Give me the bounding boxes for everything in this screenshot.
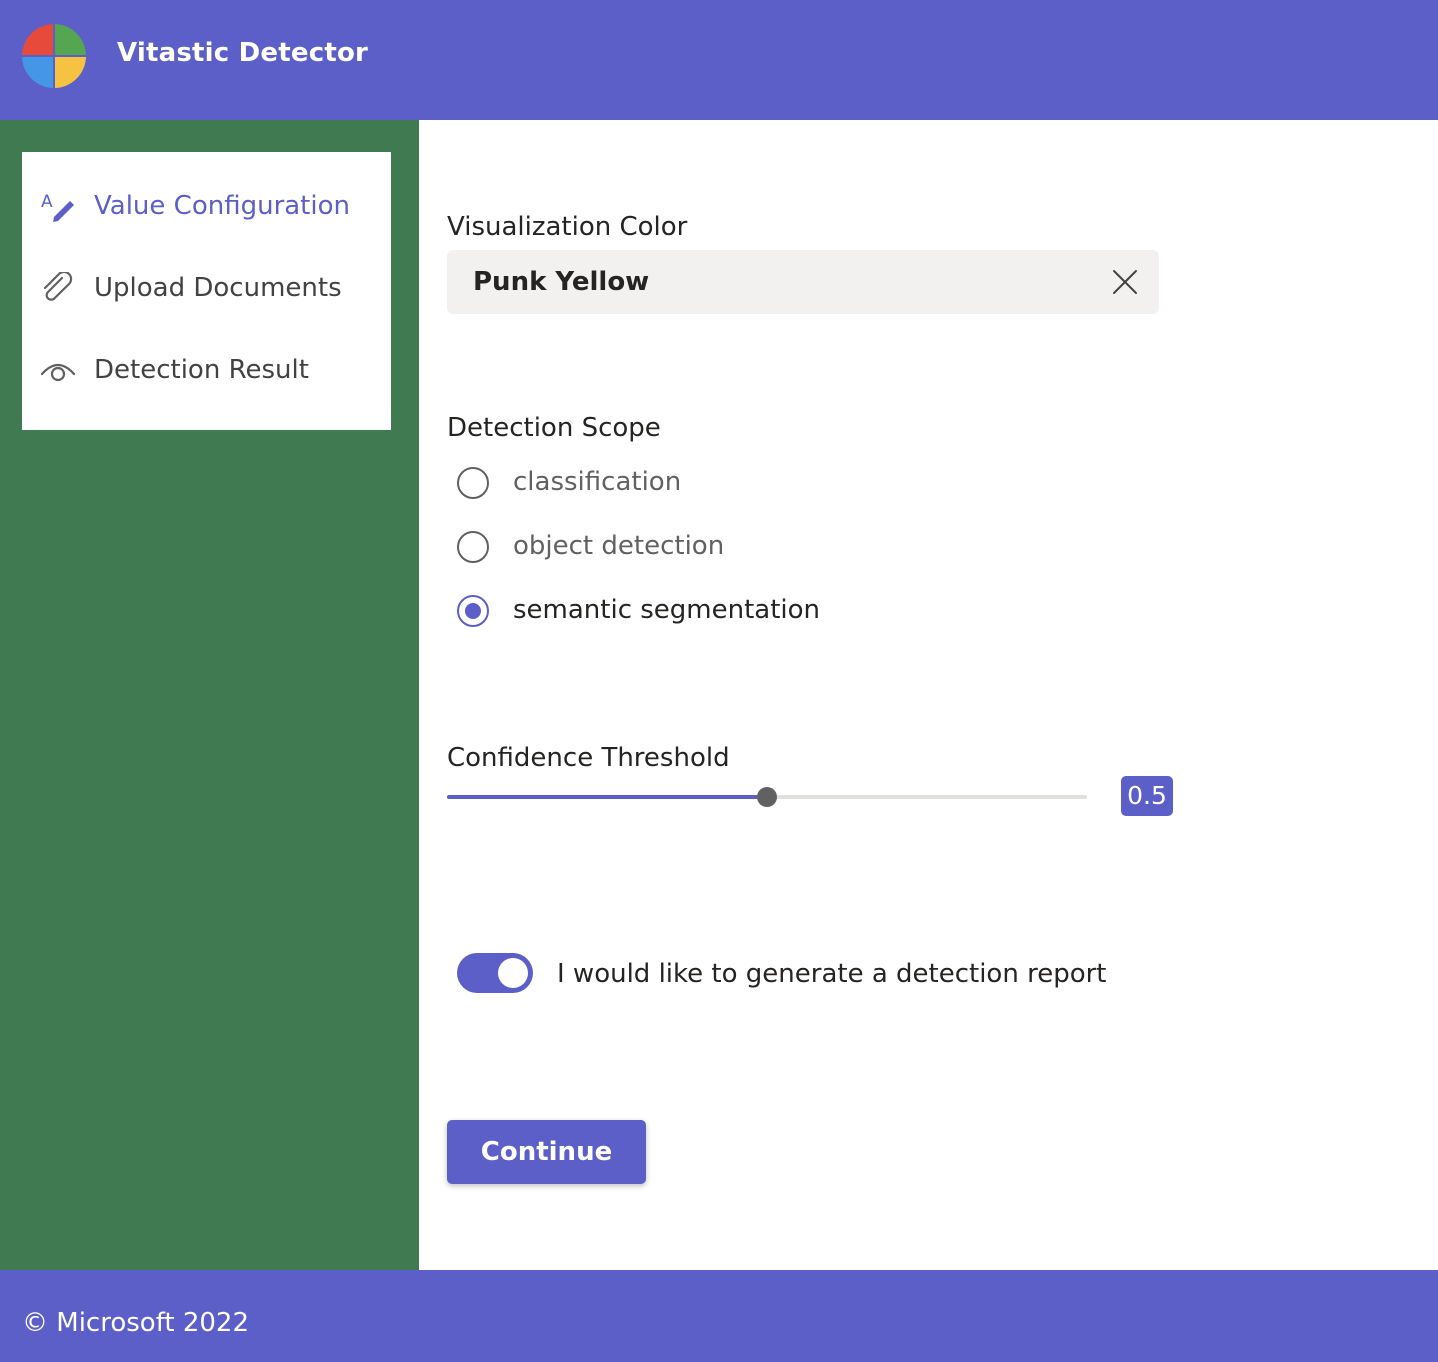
- radio-circle[interactable]: [457, 531, 489, 563]
- radio-circle[interactable]: [457, 467, 489, 499]
- report-toggle[interactable]: [457, 953, 533, 993]
- confidence-threshold-label: Confidence Threshold: [447, 743, 730, 773]
- nav-menu: A Value Configuration Upload Documents D…: [22, 152, 391, 430]
- radio-circle[interactable]: [457, 595, 489, 627]
- close-icon[interactable]: [1109, 266, 1141, 298]
- continue-button[interactable]: Continue: [447, 1120, 646, 1184]
- toggle-knob: [498, 958, 528, 988]
- radio-object-detection[interactable]: object detection: [457, 528, 1057, 568]
- nav-item-label: Value Configuration: [94, 191, 350, 221]
- nav-item-value-configuration[interactable]: A Value Configuration: [22, 176, 391, 236]
- visualization-color-value: Punk Yellow: [473, 267, 650, 297]
- radio-semantic-segmentation[interactable]: semantic segmentation: [457, 592, 1057, 632]
- text-edit-icon: A: [41, 192, 74, 222]
- radio-label: semantic segmentation: [513, 595, 821, 625]
- nav-item-detection-result[interactable]: Detection Result: [22, 340, 391, 400]
- nav-item-upload-documents[interactable]: Upload Documents: [22, 258, 391, 318]
- main-content: Visualization Color Punk Yellow Detectio…: [419, 120, 1438, 1270]
- app-title: Vitastic Detector: [117, 38, 369, 68]
- nav-item-label: Detection Result: [94, 355, 309, 385]
- radio-label: object detection: [513, 531, 725, 561]
- sidebar: A Value Configuration Upload Documents D…: [0, 120, 419, 1270]
- slider-thumb[interactable]: [757, 787, 777, 807]
- nav-item-label: Upload Documents: [94, 273, 342, 303]
- slider-fill: [447, 795, 767, 799]
- app-logo-icon: [22, 24, 86, 88]
- visualization-color-label: Visualization Color: [447, 212, 688, 242]
- confidence-threshold-slider[interactable]: [447, 784, 1087, 810]
- paperclip-icon: [43, 272, 73, 301]
- radio-label: classification: [513, 467, 682, 497]
- slider-value-badge: 0.5: [1121, 776, 1173, 816]
- radio-classification[interactable]: classification: [457, 464, 1057, 504]
- visualization-color-input[interactable]: Punk Yellow: [447, 250, 1159, 314]
- detection-scope-label: Detection Scope: [447, 413, 661, 443]
- copyright-text: © Microsoft 2022: [22, 1308, 250, 1338]
- report-toggle-label: I would like to generate a detection rep…: [557, 959, 1107, 989]
- eye-icon: [40, 363, 76, 382]
- app-header: Vitastic Detector: [0, 0, 1438, 120]
- app-footer: © Microsoft 2022: [0, 1270, 1438, 1362]
- svg-text:A: A: [41, 192, 53, 212]
